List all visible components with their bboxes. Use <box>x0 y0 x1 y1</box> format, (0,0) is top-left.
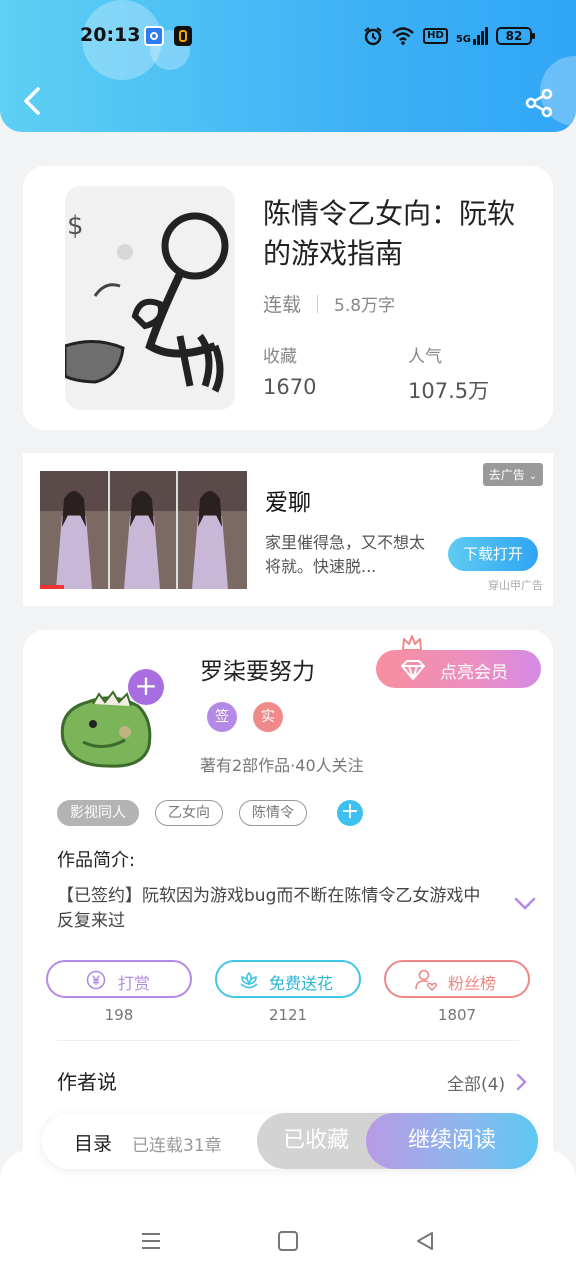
divider <box>57 1040 519 1041</box>
book-status: 连载 <box>263 294 302 316</box>
vip-label: 点亮会员 <box>440 663 508 683</box>
tip-count: 198 <box>104 1006 134 1024</box>
system-nav-bar <box>0 1220 576 1270</box>
chapter-count: 已连载31章 <box>132 1136 222 1156</box>
favorites-stat: 收藏 1670 <box>263 342 316 399</box>
fans-ranking-button[interactable]: 粉丝榜 <box>384 960 530 998</box>
send-flower-button[interactable]: 免费送花 <box>215 960 361 998</box>
diamond-icon <box>401 660 425 680</box>
flower-icon <box>240 971 258 989</box>
bottom-action-bar: 目录 已连载31章 已收藏 继续阅读 <box>42 1113 538 1169</box>
toc-button[interactable]: 目录 <box>74 1129 112 1156</box>
tag-item[interactable]: 乙女向 <box>155 800 223 826</box>
flower-count: 2121 <box>268 1006 308 1024</box>
follow-author-button[interactable]: + <box>128 669 164 705</box>
yen-icon <box>86 970 106 990</box>
book-word-count: 5.8万字 <box>334 296 396 316</box>
ad-title: 爱聊 <box>265 490 311 516</box>
signed-badge: 签 <box>207 702 237 732</box>
alarm-icon <box>364 27 382 46</box>
ad-source: 穿山甲广告 <box>488 579 543 592</box>
ad-download-button[interactable]: 下载打开 <box>448 537 538 571</box>
status-time: 20:13 <box>80 24 141 46</box>
menu-icon[interactable] <box>140 1230 162 1252</box>
chevron-right-icon[interactable] <box>515 1072 529 1092</box>
author-card: + 罗柒要努力 签 实 著有2部作品·40人关注 点亮会员 影视同人 乙女向 陈… <box>23 630 553 1190</box>
share-icon[interactable] <box>524 88 554 118</box>
book-title: 陈情令乙女向：阮软的游戏指南 <box>263 197 516 270</box>
vip-member-button[interactable]: 点亮会员 <box>376 650 541 688</box>
battery-indicator: 82 <box>496 27 535 45</box>
chevron-down-icon: ⌄ <box>528 471 537 482</box>
meta-divider <box>317 294 319 313</box>
favorites-label: 收藏 <box>263 347 297 367</box>
chevron-down-icon[interactable] <box>513 896 537 912</box>
fans-label: 粉丝榜 <box>448 974 497 993</box>
action-buttons: 打赏 免费送花 粉丝榜 <box>46 960 530 1000</box>
popularity-stat: 人气 107.5万 <box>408 342 489 405</box>
user-heart-icon <box>415 969 438 992</box>
signal-icon: 5G <box>456 27 488 45</box>
intro-text: 【已签约】阮软因为游戏bug而不断在陈情令乙女游戏中反复来过 <box>57 886 481 931</box>
back-arrow-icon[interactable] <box>20 86 46 116</box>
popularity-label: 人气 <box>408 347 442 367</box>
fans-count: 1807 <box>437 1006 477 1024</box>
svg-text:$: $ <box>67 211 84 241</box>
tag-list: 影视同人 乙女向 陈情令 + <box>57 800 363 826</box>
intro-label: 作品简介: <box>57 850 136 871</box>
verified-badge: 实 <box>253 702 283 732</box>
popularity-value: 107.5万 <box>408 379 490 403</box>
book-cover-image[interactable]: $ <box>65 186 235 410</box>
ad-image[interactable] <box>40 471 247 589</box>
hd-icon: HD <box>423 28 448 44</box>
flower-label: 免费送花 <box>269 974 334 993</box>
author-says-title: 作者说 <box>57 1070 117 1094</box>
author-info: 著有2部作品·40人关注 <box>200 756 364 775</box>
app-notification-icon <box>144 26 164 46</box>
tag-item[interactable]: 影视同人 <box>57 800 139 826</box>
author-name[interactable]: 罗柒要努力 <box>200 652 315 686</box>
add-tag-button[interactable]: + <box>337 800 363 826</box>
app-notification-icon-2 <box>174 26 192 46</box>
tag-item[interactable]: 陈情令 <box>239 800 307 826</box>
tip-label: 打赏 <box>118 974 151 993</box>
ad-banner[interactable]: 爱聊 家里催得急，又不想太将就。快速脱... 去广告 ⌄ 下载打开 穿山甲广告 <box>23 453 553 606</box>
author-says-all-link[interactable]: 全部(4) <box>447 1070 505 1095</box>
tip-button[interactable]: 打赏 <box>46 960 192 998</box>
back-triangle-icon[interactable] <box>414 1230 436 1252</box>
ad-description: 家里催得急，又不想太将就。快速脱... <box>265 533 426 576</box>
book-meta: 连载 5.8万字 <box>263 290 395 317</box>
wifi-icon <box>392 27 414 45</box>
remove-ad-button[interactable]: 去广告 ⌄ <box>482 463 543 486</box>
header: 20:13 HD 5G 82 <box>0 0 576 132</box>
favorites-value: 1670 <box>263 375 317 399</box>
status-bar: 20:13 HD 5G 82 <box>0 22 576 52</box>
home-square-icon[interactable] <box>277 1230 299 1252</box>
continue-reading-button[interactable]: 继续阅读 <box>366 1113 538 1169</box>
book-info-card: $ 陈情令乙女向：阮软的游戏指南 连载 5.8万字 收藏 1670 人气 107… <box>23 166 553 430</box>
